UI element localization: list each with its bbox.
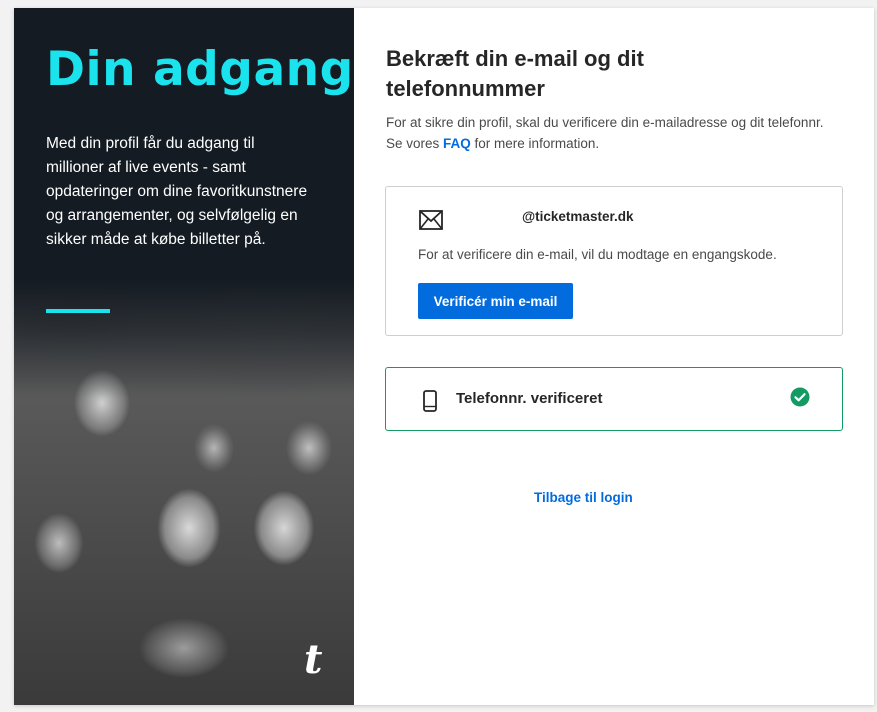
email-address: @ticketmaster.dk [522,209,634,224]
hero-panel: Din adgang Med din profil får du adgang … [14,8,354,705]
email-verification-box: @ticketmaster.dk For at verificere din e… [385,186,843,336]
hero-accent-bar [46,309,110,313]
ticketmaster-logo: t [304,636,323,683]
intro-text-after: for mere information. [470,136,600,151]
envelope-icon [419,210,443,230]
verification-card: Din adgang Med din profil får du adgang … [14,8,874,705]
main-content: Bekræft din e-mail og dit telefonnummer … [354,8,874,705]
email-description: For at verificere din e-mail, vil du mod… [418,247,777,262]
verify-email-button[interactable]: Verificér min e-mail [418,283,573,319]
back-to-login-link[interactable]: Tilbage til login [534,490,633,505]
phone-verified-label: Telefonnr. verificeret [456,390,603,407]
page-title: Bekræft din e-mail og dit telefonnummer [386,46,644,101]
intro-text: For at sikre din profil, skal du verific… [386,112,826,154]
faq-link[interactable]: FAQ [443,136,471,151]
hero-title: Din adgang [46,42,354,97]
mobile-phone-icon [423,390,437,412]
hero-description: Med din profil får du adgang til million… [46,135,308,248]
hero-photo-fade [14,278,354,398]
check-circle-icon [790,387,810,407]
phone-verified-box: Telefonnr. verificeret [385,367,843,431]
